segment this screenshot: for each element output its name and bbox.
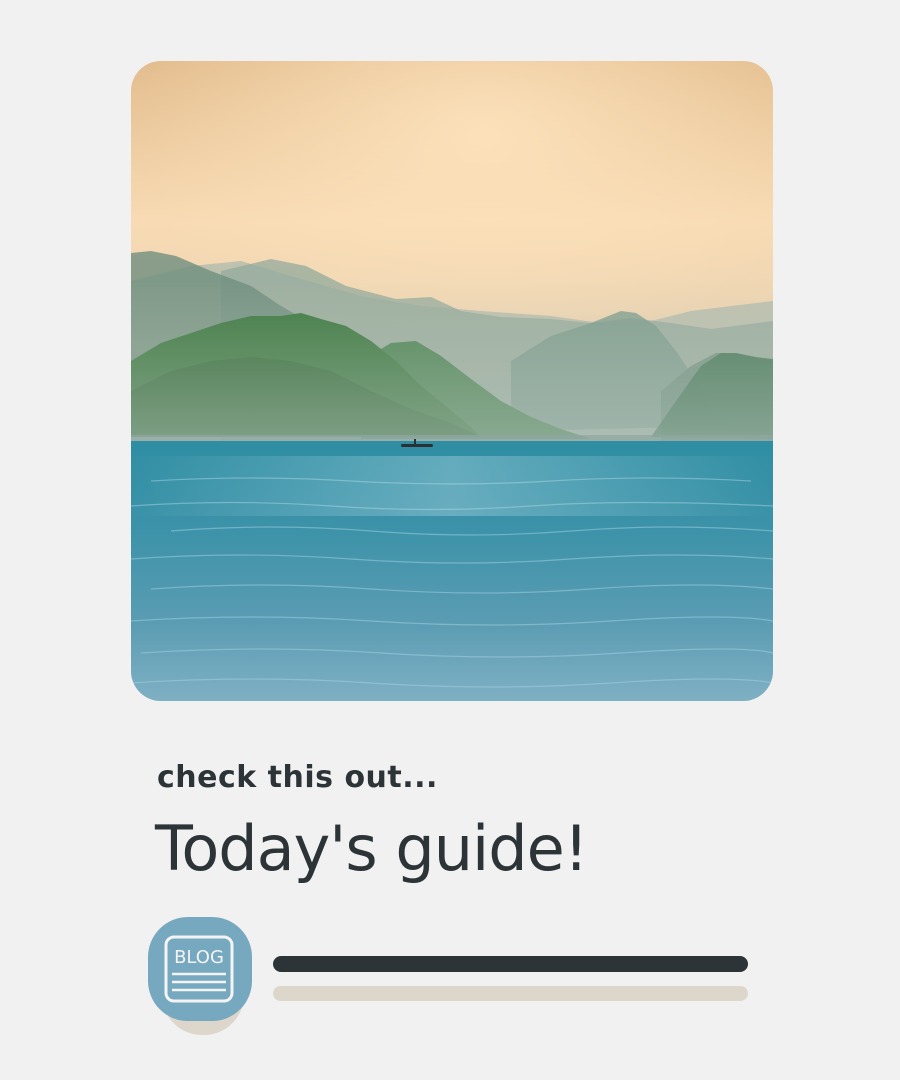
kicker-text: check this out... (157, 760, 438, 795)
badge-label: BLOG (174, 947, 224, 968)
badge-tile: BLOG (148, 917, 252, 1021)
blog-document-icon: BLOG (164, 935, 234, 1003)
lake-mountains-illustration (131, 61, 773, 701)
title-placeholder-bar (273, 956, 748, 972)
subtitle-placeholder-bar (273, 986, 748, 1001)
page-title: Today's guide! (155, 812, 589, 885)
hero-image (131, 61, 773, 701)
blog-badge: BLOG (148, 917, 252, 1037)
